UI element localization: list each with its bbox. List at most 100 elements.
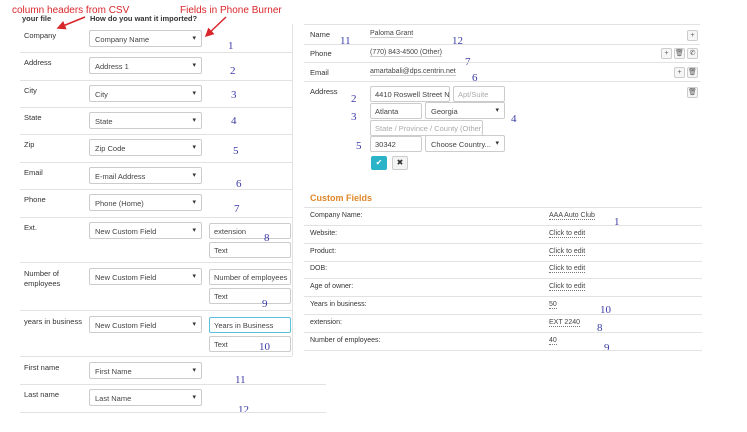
row-number-annotation: 8	[264, 232, 270, 244]
state-select-value: Georgia	[431, 107, 458, 116]
delete-address-trash-icon[interactable]: 🗑	[687, 87, 698, 98]
field-mapping-select[interactable]: New Custom Field ▾	[89, 222, 202, 239]
custom-field-value[interactable]: Click to edit	[549, 265, 586, 273]
chevron-down-icon: ▾	[192, 199, 196, 206]
custom-field-value[interactable]: AAA Auto Club	[549, 212, 595, 220]
chevron-down-icon: ▾	[192, 144, 196, 151]
row-divider	[20, 262, 292, 263]
state-select[interactable]: Georgia ▾	[425, 102, 505, 119]
address-label: Address	[310, 87, 338, 96]
field-mapping-select[interactable]: Phone (Home) ▾	[89, 194, 202, 211]
field-mapping-select[interactable]: Zip Code ▾	[89, 139, 202, 156]
field-mapping-value: New Custom Field	[95, 273, 157, 282]
csv-column-label: Company	[24, 31, 57, 40]
custom-field-type-input[interactable]: Text	[209, 336, 291, 352]
field-mapping-select[interactable]: Last Name ▾	[89, 389, 202, 406]
row-number-annotation: 7	[234, 203, 240, 215]
cancel-close-button[interactable]: ✖	[392, 156, 408, 170]
custom-field-type-input[interactable]: Text	[209, 288, 291, 304]
field-mapping-select[interactable]: First Name ▾	[89, 362, 202, 379]
row-divider	[20, 162, 292, 163]
chevron-down-icon: ▾	[192, 90, 196, 97]
field-mapping-select[interactable]: City ▾	[89, 85, 202, 102]
chevron-down-icon: ▾	[192, 367, 196, 374]
custom-field-type-input[interactable]: Text	[209, 242, 291, 258]
num-name-value: 12	[452, 35, 463, 47]
custom-field-number-annotation: 9	[604, 342, 610, 354]
custom-field-divider	[304, 225, 702, 226]
chevron-down-icon: ▾	[192, 321, 196, 328]
field-mapping-select[interactable]: Company Name ▾	[89, 30, 202, 47]
field-mapping-select[interactable]: E-mail Address ▾	[89, 167, 202, 184]
custom-field-label: Website:	[310, 230, 338, 237]
row-number-annotation: 9	[262, 298, 268, 310]
custom-field-name-input[interactable]: Years in Business	[209, 317, 291, 333]
custom-field-label: Years in business:	[310, 301, 367, 308]
csv-column-label: years in business	[24, 317, 82, 326]
custom-field-value[interactable]: Click to edit	[549, 248, 586, 256]
delete-phone-trash-icon[interactable]: 🗑	[674, 48, 685, 59]
csv-arrow	[56, 16, 86, 30]
custom-field-name-input[interactable]: extension	[209, 223, 291, 239]
csv-column-label: Number of employees	[24, 269, 61, 288]
city-input[interactable]: Atlanta	[370, 103, 422, 119]
row-number-annotation: 3	[231, 89, 237, 101]
custom-field-name-input[interactable]: Number of employees	[209, 269, 291, 285]
custom-field-value[interactable]: 50	[549, 301, 557, 309]
street-input[interactable]: 4410 Roswell Street NE	[370, 86, 450, 102]
chevron-down-icon: ▾	[192, 394, 196, 401]
csv-column-label: Phone	[24, 195, 46, 204]
field-mapping-value: Last Name	[95, 394, 132, 403]
delete-email-trash-icon[interactable]: 🗑	[687, 67, 698, 78]
csv-column-label: State	[24, 113, 42, 122]
csv-column-label: Last name	[24, 390, 60, 399]
num-email: 6	[472, 72, 478, 84]
row-divider	[20, 217, 292, 218]
row-divider	[20, 356, 292, 357]
custom-field-value[interactable]: Click to edit	[549, 230, 586, 238]
row-number-annotation: 2	[230, 65, 236, 77]
custom-field-value[interactable]: 40	[549, 337, 557, 345]
custom-field-divider	[304, 261, 702, 262]
zip-input[interactable]: 30342	[370, 136, 422, 152]
row-divider	[20, 310, 292, 311]
country-select[interactable]: Choose Country... ▾	[425, 135, 505, 152]
field-mapping-select[interactable]: New Custom Field ▾	[89, 316, 202, 333]
your-file-header: your file	[22, 14, 52, 23]
email-value[interactable]: amartabali@dps.centrin.net	[370, 68, 456, 76]
field-mapping-value: E-mail Address	[95, 172, 146, 181]
email-label: Email	[310, 68, 329, 77]
custom-field-divider	[304, 296, 702, 297]
add-phone-plus-icon[interactable]: +	[661, 48, 672, 59]
num-street: 2	[351, 93, 357, 105]
field-mapping-value: City	[95, 90, 108, 99]
custom-field-number-annotation: 1	[614, 216, 620, 228]
field-mapping-value: New Custom Field	[95, 227, 157, 236]
add-name-plus-icon[interactable]: +	[687, 30, 698, 41]
row-divider	[20, 80, 292, 81]
call-phone-icon[interactable]: ✆	[687, 48, 698, 59]
add-email-plus-icon[interactable]: +	[674, 67, 685, 78]
name-label: Name	[310, 30, 331, 39]
field-mapping-select[interactable]: New Custom Field ▾	[89, 268, 202, 285]
apt-suite-input[interactable]: Apt/Suite	[453, 86, 505, 102]
custom-field-value[interactable]: EXT 2240	[549, 319, 581, 327]
province-input[interactable]: State / Province / County (Other)	[370, 120, 483, 136]
custom-field-label: Product:	[310, 248, 337, 255]
row-number-annotation: 5	[233, 145, 239, 157]
custom-field-label: Number of employees:	[310, 337, 381, 344]
field-mapping-select[interactable]: Address 1 ▾	[89, 57, 202, 74]
field-mapping-value: State	[95, 117, 113, 126]
num-state: 4	[511, 113, 517, 125]
field-mapping-select[interactable]: State ▾	[89, 112, 202, 129]
custom-field-divider	[304, 332, 702, 333]
save-check-button[interactable]: ✔	[371, 156, 387, 170]
row-divider	[20, 134, 292, 135]
chevron-down-icon: ▾	[192, 35, 196, 42]
custom-field-divider	[304, 278, 702, 279]
custom-field-value[interactable]: Click to edit	[549, 283, 586, 291]
name-value[interactable]: Paloma Grant	[370, 30, 414, 38]
csv-column-label: Zip	[24, 140, 35, 149]
phone-value[interactable]: (770) 843-4500 (Other)	[370, 49, 442, 57]
custom-field-divider	[304, 243, 702, 244]
